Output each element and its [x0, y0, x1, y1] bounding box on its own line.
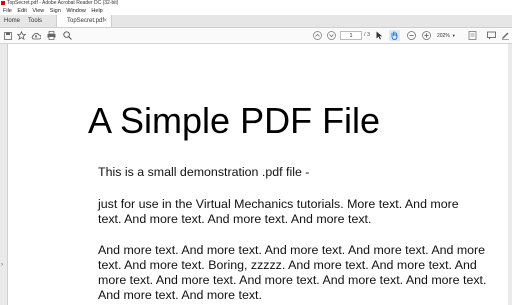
pdf-paragraph-1: This is a small demonstration .pdf file … — [98, 165, 310, 179]
zoom-select[interactable]: 202% ▼ — [437, 31, 459, 40]
save-icon[interactable] — [3, 30, 13, 41]
menu-sign[interactable]: Sign — [50, 8, 61, 14]
bookmark-star-icon[interactable] — [16, 30, 26, 41]
menu-bar: File Edit View Sign Window Help — [0, 7, 512, 15]
right-scrollbar[interactable] — [508, 44, 512, 305]
page-up-icon[interactable] — [312, 30, 322, 41]
pdf-title: A Simple PDF File — [88, 100, 381, 141]
window-titlebar: TopSecret.pdf - Adobe Acrobat Reader DC … — [0, 0, 512, 7]
hand-tool-icon[interactable] — [389, 30, 400, 41]
left-panel: › — [0, 44, 8, 305]
zoom-in-icon[interactable] — [421, 30, 431, 41]
window-title: TopSecret.pdf - Adobe Acrobat Reader DC … — [7, 0, 119, 6]
menu-help[interactable]: Help — [91, 8, 102, 14]
app-icon — [1, 0, 5, 5]
tab-document[interactable]: TopSecret.pdf × — [56, 15, 112, 27]
select-cursor-icon[interactable] — [374, 30, 384, 41]
toolbar: 1 / 3 202% ▼ — [0, 28, 512, 44]
page-number-input[interactable]: 1 — [340, 31, 362, 40]
tab-tools[interactable]: Tools — [28, 15, 42, 27]
page-down-icon[interactable] — [326, 30, 336, 41]
comment-icon[interactable] — [486, 30, 496, 41]
fit-page-icon[interactable] — [467, 30, 477, 41]
pdf-paragraph-3: And more text. And more text. And more t… — [98, 243, 487, 302]
page-total: / 3 — [364, 32, 371, 38]
zoom-value: 202% — [437, 33, 450, 39]
zoom-out-icon[interactable] — [406, 30, 416, 41]
sign-icon[interactable] — [500, 30, 510, 41]
tab-document-label: TopSecret.pdf — [67, 18, 105, 24]
print-icon[interactable] — [46, 30, 56, 41]
chevron-down-icon: ▼ — [451, 33, 456, 38]
menu-view[interactable]: View — [32, 8, 44, 14]
close-tab-icon[interactable]: × — [103, 15, 107, 27]
menu-edit[interactable]: Edit — [17, 8, 26, 14]
tab-bar: Home Tools TopSecret.pdf × — [0, 15, 512, 28]
menu-window[interactable]: Window — [66, 8, 86, 14]
menu-file[interactable]: File — [3, 8, 12, 14]
search-icon[interactable] — [62, 30, 72, 41]
tab-home[interactable]: Home — [4, 15, 20, 27]
collapse-arrow-icon[interactable]: › — [1, 262, 3, 268]
upload-cloud-icon[interactable] — [31, 30, 41, 41]
pdf-paragraph-2: just for use in the Virtual Mechanics tu… — [98, 197, 459, 226]
